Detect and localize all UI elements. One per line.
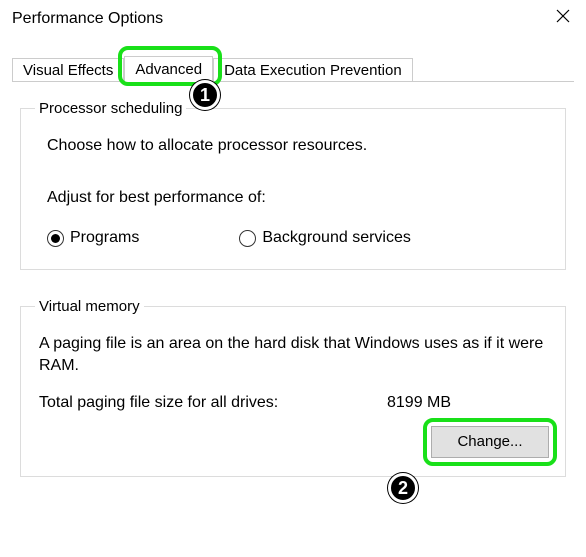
close-button[interactable] [540,0,586,32]
adjust-label: Adjust for best performance of: [47,189,549,207]
tab-advanced[interactable]: Advanced [124,56,213,83]
processor-description: Choose how to allocate processor resourc… [47,137,549,155]
radio-label-background: Background services [262,229,411,247]
tab-data-execution-prevention[interactable]: Data Execution Prevention [213,58,413,82]
virtual-memory-description: A paging file is an area on the hard dis… [39,333,549,378]
virtual-memory-total-label: Total paging file size for all drives: [39,394,387,412]
radio-icon [47,230,64,247]
virtual-memory-total-row: Total paging file size for all drives: 8… [39,394,549,412]
window-title: Performance Options [12,10,163,28]
change-button[interactable]: Change... [431,426,549,458]
close-icon [556,9,570,23]
radio-icon [239,230,256,247]
group-legend-processor: Processor scheduling [35,100,186,117]
radio-programs[interactable]: Programs [47,229,139,247]
tab-bar: Visual Effects Advanced Data Execution P… [12,52,586,82]
tab-content-advanced: Processor scheduling Choose how to alloc… [12,82,574,557]
group-processor-scheduling: Processor scheduling Choose how to alloc… [20,100,566,270]
group-legend-virtual-memory: Virtual memory [35,298,144,315]
performance-options-window: Performance Options Visual Effects Advan… [0,0,586,557]
virtual-memory-total-value: 8199 MB [387,394,451,412]
radio-background-services[interactable]: Background services [239,229,411,247]
change-row: Change... [37,426,549,458]
titlebar: Performance Options [0,0,586,38]
radio-group-performance: Programs Background services [47,229,549,247]
radio-label-programs: Programs [70,229,139,247]
tab-visual-effects[interactable]: Visual Effects [12,58,124,82]
group-virtual-memory: Virtual memory A paging file is an area … [20,298,566,477]
